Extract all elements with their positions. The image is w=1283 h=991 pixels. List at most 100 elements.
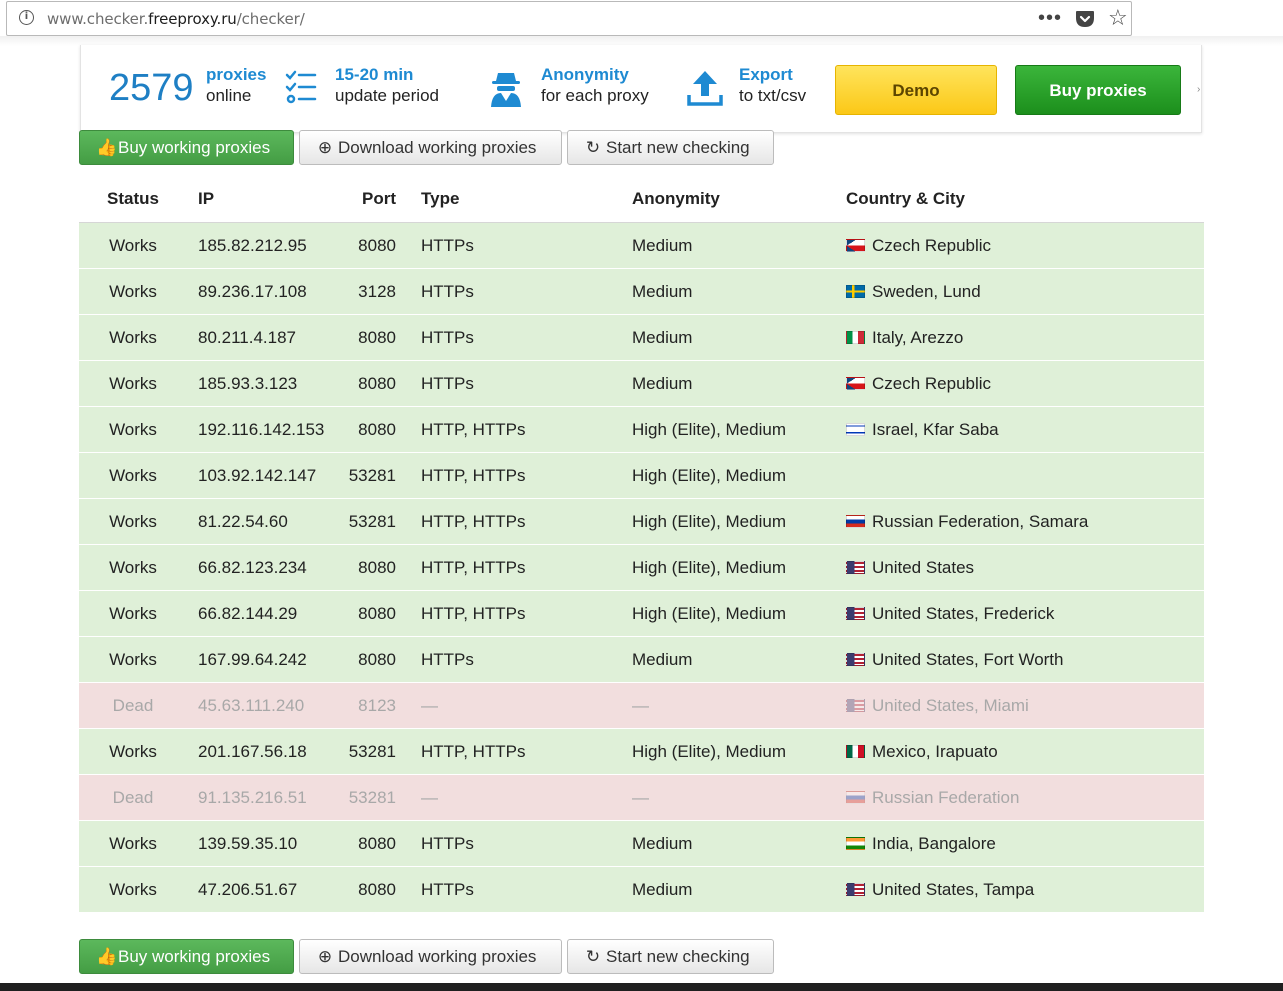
port-cell: 8080 — [358, 604, 396, 623]
anonymity-cell: High (Elite), Medium — [632, 512, 786, 531]
port-cell: 3128 — [358, 282, 396, 301]
start-new-checking-button[interactable]: ↻ Start new checking — [567, 130, 774, 165]
more-actions-icon[interactable]: ••• — [1038, 7, 1062, 30]
port-cell: 8080 — [358, 420, 396, 439]
country-city-text: United States, Miami — [872, 696, 1029, 715]
buy-working-proxies-button[interactable]: 👍Buy working proxies — [79, 130, 294, 165]
download-working-proxies-button[interactable]: ⊕ Download working proxies — [299, 130, 562, 165]
type-cell: — — [421, 696, 438, 715]
flag-cz-icon — [846, 377, 865, 390]
status-cell: Works — [109, 650, 157, 669]
ip-cell: 91.135.216.51 — [198, 788, 307, 807]
flag-ru-icon — [846, 791, 865, 804]
update-period-sub: update period — [335, 86, 439, 105]
proxies-label: proxies — [206, 65, 267, 84]
ip-cell: 47.206.51.67 — [198, 880, 298, 899]
header-type[interactable]: Type — [421, 189, 459, 209]
anonymity-cell: Medium — [632, 374, 693, 393]
country-cell: Sweden, Lund — [846, 282, 981, 302]
url-host: freeproxy.ru — [148, 10, 237, 28]
flag-in-icon — [846, 837, 865, 850]
url-prefix: www.checker. — [47, 10, 149, 28]
type-cell: HTTP, HTTPs — [421, 558, 526, 577]
ip-cell: 139.59.35.10 — [198, 834, 298, 853]
download-working-proxies-button-bottom[interactable]: ⊕ Download working proxies — [299, 939, 562, 974]
flag-us-icon — [846, 653, 865, 666]
promo-panel: 2579 proxies online 15-20 min update per… — [80, 45, 1202, 133]
download-circle-icon: ⊕ — [317, 138, 333, 157]
status-cell: Works — [109, 328, 157, 347]
country-city-text: United States, Frederick — [872, 604, 1055, 623]
anonymity-cell: High (Elite), Medium — [632, 742, 786, 761]
ip-cell: 167.99.64.242 — [198, 650, 307, 669]
ip-cell: 66.82.123.234 — [198, 558, 307, 577]
url-suffix: /checker/ — [236, 10, 305, 28]
anonymity-cell: High (Elite), Medium — [632, 420, 786, 439]
table-row: Works 89.236.17.108 3128 HTTPs Medium Sweden,… — [79, 269, 1204, 315]
anonymity-cell: Medium — [632, 834, 693, 853]
ip-cell: 81.22.54.60 — [198, 512, 288, 531]
port-cell: 8080 — [358, 880, 396, 899]
type-cell: HTTPs — [421, 328, 474, 347]
header-anonymity[interactable]: Anonymity — [632, 189, 720, 209]
status-cell: Works — [109, 834, 157, 853]
table-row: Dead 91.135.216.51 53281 — — Russian Federati… — [79, 775, 1204, 821]
table-row: Works 80.211.4.187 8080 HTTPs Medium Italy, A… — [79, 315, 1204, 361]
type-cell: — — [421, 788, 438, 807]
country-cell: Czech Republic — [846, 236, 991, 256]
country-cell: United States, Tampa — [846, 880, 1034, 900]
country-city-text: United States, Tampa — [872, 880, 1035, 899]
thumbs-up-icon: 👍 — [96, 947, 118, 966]
buy-proxies-button[interactable]: Buy proxies — [1015, 65, 1181, 115]
start-new-checking-button-bottom[interactable]: ↻ Start new checking — [567, 939, 774, 974]
header-port[interactable]: Port — [336, 189, 396, 209]
port-cell: 8080 — [358, 328, 396, 347]
type-cell: HTTPs — [421, 374, 474, 393]
ip-cell: 185.82.212.95 — [198, 236, 307, 255]
proxy-results-table: Status IP Port Type Anonymity Country & … — [79, 178, 1204, 913]
table-row: Works 47.206.51.67 8080 HTTPs Medium United S… — [79, 867, 1204, 913]
table-row: Works 81.22.54.60 53281 HTTP, HTTPs High (El… — [79, 499, 1204, 545]
flag-it-icon — [846, 331, 865, 344]
anonymity-cell: High (Elite), Medium — [632, 558, 786, 577]
country-cell: Israel, Kfar Saba — [846, 420, 999, 440]
country-city-text: Czech Republic — [872, 236, 992, 255]
status-cell: Works — [109, 558, 157, 577]
country-cell: United States — [846, 558, 974, 578]
anonymity-cell: Medium — [632, 236, 693, 255]
port-cell: 53281 — [348, 466, 396, 485]
ip-cell: 66.82.144.29 — [198, 604, 298, 623]
header-country-city[interactable]: Country & City — [846, 189, 965, 209]
status-cell: Works — [109, 604, 157, 623]
site-info-icon[interactable]: i — [19, 10, 34, 25]
buy-working-label: Buy working proxies — [118, 947, 271, 966]
status-cell: Works — [109, 420, 157, 439]
country-cell: Russian Federation — [846, 788, 1019, 808]
header-ip[interactable]: IP — [198, 189, 214, 209]
port-cell: 53281 — [348, 788, 396, 807]
country-city-text: Czech Republic — [872, 374, 992, 393]
pocket-icon[interactable] — [1075, 10, 1095, 33]
demo-button[interactable]: Demo — [835, 65, 997, 115]
anonymity-sub: for each proxy — [541, 86, 649, 105]
country-city-text: Israel, Kfar Saba — [872, 420, 999, 439]
table-row: Works 201.167.56.18 53281 HTTP, HTTPs High (… — [79, 729, 1204, 775]
download-circle-icon: ⊕ — [317, 947, 333, 966]
flag-us-icon — [846, 883, 865, 896]
anonymity-cell: Medium — [632, 328, 693, 347]
anonymity-cell: — — [632, 696, 649, 715]
anonymity-title: Anonymity — [541, 65, 629, 84]
url-text[interactable]: www.checker.freeproxy.ru/checker/ — [47, 10, 305, 28]
header-status[interactable]: Status — [79, 189, 187, 209]
status-cell: Works — [109, 236, 157, 255]
ip-cell: 80.211.4.187 — [198, 328, 296, 347]
update-period-title: 15-20 min — [335, 65, 414, 84]
ip-cell: 45.63.111.240 — [198, 696, 305, 715]
country-cell: United States, Miami — [846, 696, 1029, 716]
buy-working-proxies-button-bottom[interactable]: 👍Buy working proxies — [79, 939, 294, 974]
bookmark-star-icon[interactable]: ☆ — [1108, 7, 1128, 29]
checklist-icon — [285, 69, 317, 110]
port-cell: 8080 — [358, 834, 396, 853]
status-cell: Works — [109, 512, 157, 531]
address-bar[interactable]: i www.checker.freeproxy.ru/checker/ ••• … — [6, 1, 1132, 36]
